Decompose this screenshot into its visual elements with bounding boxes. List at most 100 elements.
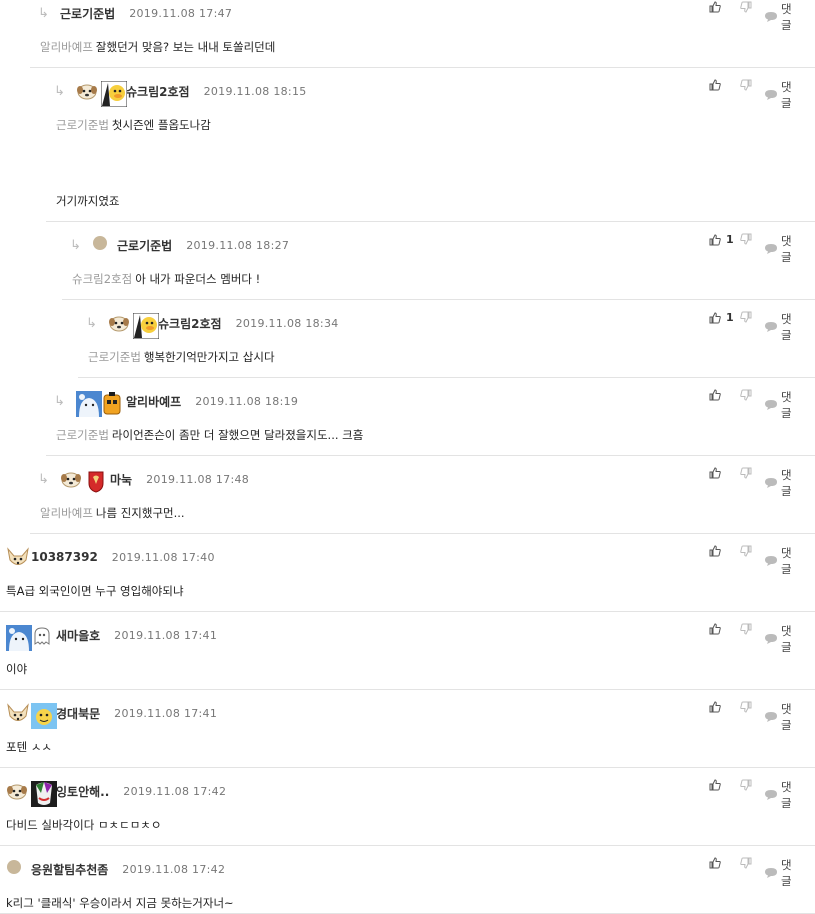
thumbs-up-icon [709,467,721,479]
reply-button[interactable]: 댓글 [764,1,801,33]
dislike-button[interactable] [740,623,752,635]
comment-header: 새마을호 2019.11.08 17:41 [6,625,218,651]
reply-arrow-icon: ↳ [86,315,97,331]
comment-nickname[interactable]: 근로기준법 [117,237,172,254]
like-button[interactable] [709,623,721,635]
thumbs-down-icon [740,389,752,401]
comment-actions: 1 댓글 [709,311,801,342]
like-button[interactable]: 1 [709,233,734,246]
like-button[interactable] [709,79,721,91]
comment-mention[interactable]: 근로기준법 [56,118,109,132]
comment-item: 경대북문 2019.11.08 17:41 포텐 ㅅㅅ 댓글 [0,690,815,768]
speech-bubble-icon [764,867,778,879]
dislike-button[interactable] [740,545,752,557]
dislike-button[interactable] [740,389,752,401]
reply-arrow-icon: ↳ [54,83,65,99]
speech-bubble-icon [764,243,778,255]
comment-nickname[interactable]: 경대북문 [56,705,100,722]
comment-date: 2019.11.08 18:15 [203,84,307,98]
avatar-icon [6,547,29,567]
thumbs-up-icon [709,779,721,791]
comment-actions: 댓글 [709,701,801,732]
like-button[interactable] [709,701,721,713]
comment-mention[interactable]: 슈크림2호점 [72,272,132,286]
thumbs-down-icon [740,1,752,13]
like-button[interactable] [709,545,721,557]
dislike-button[interactable] [740,311,752,323]
comment-nickname[interactable]: 슈크림2호점 [158,315,222,332]
reply-label: 댓글 [781,80,792,110]
comment-actions: 댓글 [709,545,801,576]
comment-date: 2019.11.08 18:19 [195,394,299,408]
comment-mention[interactable]: 근로기준법 [88,350,141,364]
comment-text: 첫시즌엔 플옵도나감 [111,118,211,132]
comment-header: 잉토안해.. 2019.11.08 17:42 [6,781,226,807]
comment-mention[interactable]: 알리바예프 [40,40,93,54]
speech-bubble-icon [764,789,778,801]
thumbs-down-icon [740,79,752,91]
comment-nickname[interactable]: 알리바예프 [126,393,181,410]
comment-body: 특A급 외국인이면 누구 영입해야되냐 [6,583,184,599]
comment-item: ↳ 알리바예프 2019.11.08 18:19 근로기준법 라이언존슨이 좀만 더 잘… [46,378,815,456]
speech-bubble-icon [764,321,778,333]
reply-button[interactable]: 댓글 [764,467,801,499]
reply-label: 댓글 [781,702,792,732]
reply-label: 댓글 [781,780,792,810]
reply-button[interactable]: 댓글 [764,311,801,343]
comment-nickname[interactable]: 근로기준법 [60,5,115,22]
thumbs-up-icon [709,311,721,324]
reply-button[interactable]: 댓글 [764,79,801,111]
reply-button[interactable]: 댓글 [764,857,801,889]
comment-nickname[interactable]: 마눅 [110,471,132,488]
like-button[interactable] [709,467,721,479]
comment-actions: 댓글 [709,779,801,810]
reply-button[interactable]: 댓글 [764,701,801,733]
avatar-icon [6,703,29,723]
avatar-icon [101,391,123,415]
thumbs-up-icon [709,857,721,869]
speech-bubble-icon [764,399,778,411]
thumbs-up-icon [709,389,721,401]
comment-body: 근로기준법 라이언존슨이 좀만 더 잘했으면 달라졌을지도... 크흠 [56,427,363,443]
reply-button[interactable]: 댓글 [764,233,801,265]
dislike-button[interactable] [740,857,752,869]
thumbs-up-icon [709,623,721,635]
avatar-icon [76,391,102,417]
comment-header: ↳ 슈크림2호점 2019.11.08 18:34 [86,312,339,340]
avatar-icon [31,625,53,645]
like-button[interactable]: 1 [709,311,734,324]
reply-button[interactable]: 댓글 [764,389,801,421]
comment-date: 2019.11.08 17:41 [114,628,218,642]
like-button[interactable] [709,389,721,401]
comment-nickname[interactable]: 잉토안해.. [56,783,109,800]
comment-header: ↳ 알리바예프 2019.11.08 18:19 [54,391,299,417]
comment-nickname[interactable]: 10387392 [31,550,98,564]
speech-bubble-icon [764,89,778,101]
like-button[interactable] [709,1,721,13]
comment-mention[interactable]: 알리바예프 [40,506,93,520]
comment-header: 10387392 2019.11.08 17:40 [6,547,215,567]
dislike-button[interactable] [740,701,752,713]
like-button[interactable] [709,779,721,791]
comment-nickname[interactable]: 새마을호 [56,627,100,644]
comment-header: 응원할팀추천좀 2019.11.08 17:42 [6,859,225,879]
comment-nickname[interactable]: 슈크림2호점 [126,83,190,100]
comment-body: 다비드 실바각이다 ㅁㅊㄷㅁㅊㅇ [6,817,161,833]
dislike-button[interactable] [740,779,752,791]
dislike-button[interactable] [740,467,752,479]
reply-button[interactable]: 댓글 [764,623,801,655]
dislike-button[interactable] [740,1,752,13]
reply-button[interactable]: 댓글 [764,779,801,811]
comment-body: 근로기준법 행복한기억만가지고 삽시다 [88,349,275,365]
comment-date: 2019.11.08 17:41 [114,706,218,720]
comment-text: 특A급 외국인이면 누구 영입해야되냐 [6,584,184,598]
dislike-button[interactable] [740,233,752,245]
comment-mention[interactable]: 근로기준법 [56,428,109,442]
comment-nickname[interactable]: 응원할팀추천좀 [31,861,108,878]
thumbs-down-icon [740,701,752,713]
avatar-icon [31,703,57,729]
reply-button[interactable]: 댓글 [764,545,801,577]
like-button[interactable] [709,857,721,869]
comment-actions: 댓글 [709,389,801,420]
dislike-button[interactable] [740,79,752,91]
